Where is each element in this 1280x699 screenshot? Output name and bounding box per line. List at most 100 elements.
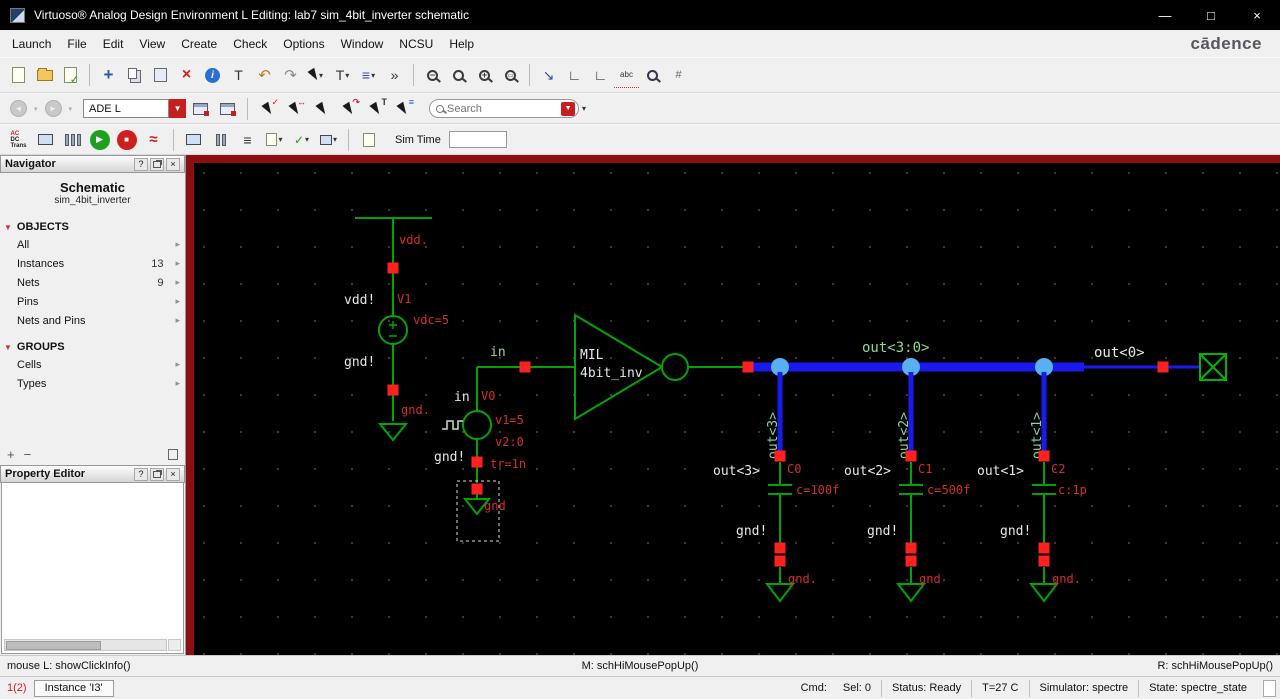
run-simulation-button[interactable]: ▶ xyxy=(87,127,112,152)
net-label[interactable]: out<0> xyxy=(1094,345,1145,361)
objects-section-header[interactable]: ▼ OBJECTS xyxy=(0,218,185,235)
remove-filter-button[interactable]: − xyxy=(24,447,32,462)
menu-check[interactable]: Check xyxy=(225,33,275,55)
property-editor-help-icon[interactable]: ? xyxy=(134,467,148,481)
expand-arrow-icon[interactable]: ▸ xyxy=(175,378,180,389)
stop-simulation-button[interactable]: ■ xyxy=(114,127,139,152)
net-label[interactable]: gnd xyxy=(484,499,506,513)
expand-arrow-icon[interactable]: ▸ xyxy=(175,277,180,288)
redo-icon[interactable]: ↷ xyxy=(278,63,303,88)
expand-arrow-icon[interactable]: ▸ xyxy=(175,296,180,307)
expand-arrow-icon[interactable]: ▸ xyxy=(175,239,180,250)
ade-mode-select[interactable]: ADE L ▼ xyxy=(83,99,187,118)
align-menu-icon[interactable]: ≡ ▾ xyxy=(356,63,381,88)
check-run-menu-icon[interactable]: ✓ ▾ xyxy=(289,127,314,152)
menu-options[interactable]: Options xyxy=(275,33,332,55)
label-menu-icon[interactable]: T ▾ xyxy=(330,63,355,88)
pointer-mode-icon[interactable] xyxy=(309,96,334,121)
instance-param[interactable]: c=500f xyxy=(927,483,970,497)
net-label[interactable]: gnd. xyxy=(401,403,430,417)
stretch-mode-icon[interactable]: ↔ xyxy=(282,96,307,121)
collapse-triangle-icon[interactable]: ▼ xyxy=(4,343,12,352)
search-input[interactable] xyxy=(447,102,559,115)
descend-icon[interactable]: ↘ xyxy=(536,63,561,88)
outputs-list-icon[interactable]: ≡ xyxy=(235,127,260,152)
search-menu-icon[interactable]: ▾ xyxy=(582,104,586,113)
edit-setup-menu-icon[interactable]: ▾ xyxy=(262,127,287,152)
zoom-fit-icon[interactable]: ▭ xyxy=(498,63,523,88)
zoom-icon[interactable] xyxy=(446,63,471,88)
inverter-lib-label[interactable]: MIL xyxy=(580,348,604,363)
instance-param[interactable]: v2:0 xyxy=(495,435,524,449)
plot-waveform-icon[interactable]: ≈ xyxy=(141,127,166,152)
wide-wire-icon[interactable]: ∟ xyxy=(588,63,613,88)
edit-mode-icon[interactable]: ≡ xyxy=(390,96,415,121)
sidebar-item-all[interactable]: All ▸ xyxy=(0,235,185,254)
save-session-icon[interactable] xyxy=(215,96,240,121)
copy-icon[interactable] xyxy=(122,63,147,88)
instance-param[interactable]: c=100f xyxy=(796,483,839,497)
search-box[interactable]: ▼ xyxy=(429,99,580,118)
navigator-float-icon[interactable] xyxy=(150,157,164,171)
probe-icon[interactable] xyxy=(640,63,665,88)
instance-name[interactable]: C2 xyxy=(1051,462,1065,476)
supply-label[interactable]: gnd! xyxy=(344,355,375,370)
schematic-canvas[interactable]: vdd. vdd! V1 vdc=5 gnd! gnd. in in V0 v1… xyxy=(194,163,1280,655)
open-folder-icon[interactable] xyxy=(32,63,57,88)
supply-label[interactable]: gnd! xyxy=(434,450,465,465)
navigator-help-icon[interactable]: ? xyxy=(134,157,148,171)
select-mode-icon[interactable]: ✓ xyxy=(255,96,280,121)
pin-label[interactable]: out<2> xyxy=(844,464,891,479)
zoom-out-icon[interactable]: − xyxy=(420,63,445,88)
bus-net-label[interactable]: out<3:0> xyxy=(862,340,929,356)
instance-icon[interactable]: T xyxy=(226,63,251,88)
supply-label[interactable]: gnd! xyxy=(736,524,767,539)
menu-window[interactable]: Window xyxy=(333,33,392,55)
supply-label[interactable]: gnd! xyxy=(1000,524,1031,539)
supply-label[interactable]: vdd! xyxy=(344,293,375,308)
nav-forward-menu-icon[interactable]: ▾ xyxy=(69,105,73,113)
instance-param[interactable]: v1=5 xyxy=(495,413,524,427)
nav-back-icon[interactable]: ◄ xyxy=(6,96,31,121)
panel-resize-icon[interactable] xyxy=(168,448,178,460)
supply-label[interactable]: gnd! xyxy=(867,524,898,539)
zoom-in-icon[interactable]: + xyxy=(472,63,497,88)
sidebar-item-nets-and-pins[interactable]: Nets and Pins ▸ xyxy=(0,311,185,330)
instance-param[interactable]: c:1p xyxy=(1058,483,1087,497)
sim-time-input[interactable] xyxy=(448,131,507,148)
property-editor-header[interactable]: Property Editor ? × xyxy=(0,465,185,483)
add-filter-button[interactable]: + xyxy=(7,447,15,462)
search-options-icon[interactable]: ▼ xyxy=(561,101,576,116)
net-label[interactable]: gnd. xyxy=(788,572,817,586)
session-window-icon[interactable] xyxy=(188,96,213,121)
stretch-icon[interactable] xyxy=(148,63,173,88)
menu-file[interactable]: File xyxy=(59,33,94,55)
design-variables-icon[interactable] xyxy=(33,127,58,152)
sidebar-item-nets[interactable]: Nets 9 ▸ xyxy=(0,273,185,292)
minimize-button[interactable]: — xyxy=(1142,0,1188,30)
annotate-columns-icon[interactable] xyxy=(208,127,233,152)
property-editor-close-icon[interactable]: × xyxy=(166,467,180,481)
undo-icon[interactable]: ↶ xyxy=(252,63,277,88)
more-tools-icon[interactable]: » xyxy=(382,63,407,88)
instance-name[interactable]: C0 xyxy=(787,462,801,476)
nav-forward-icon[interactable]: ► xyxy=(41,96,66,121)
instance-name[interactable]: V1 xyxy=(397,292,411,306)
menu-edit[interactable]: Edit xyxy=(95,33,132,55)
results-browser-icon[interactable] xyxy=(181,127,206,152)
expand-arrow-icon[interactable]: ▸ xyxy=(175,315,180,326)
annotate-menu-icon[interactable]: ▾ xyxy=(316,127,341,152)
delete-icon[interactable]: × xyxy=(174,63,199,88)
pin-label[interactable]: out<1> xyxy=(977,464,1024,479)
wire-icon[interactable]: ∟ xyxy=(562,63,587,88)
schematic-window[interactable]: vdd. vdd! V1 vdc=5 gnd! gnd. in in V0 v1… xyxy=(186,155,1280,655)
menu-view[interactable]: View xyxy=(131,33,173,55)
instance-param[interactable]: vdc=5 xyxy=(413,313,449,327)
net-label[interactable]: gnd. xyxy=(1052,572,1081,586)
net-label[interactable]: in xyxy=(490,345,506,360)
properties-info-icon[interactable]: i xyxy=(200,63,225,88)
wire-name-icon[interactable]: abc xyxy=(614,63,639,88)
instance-param[interactable]: tr=1n xyxy=(490,457,526,471)
sidebar-item-types[interactable]: Types ▸ xyxy=(0,374,185,393)
move-icon[interactable]: + xyxy=(96,63,121,88)
